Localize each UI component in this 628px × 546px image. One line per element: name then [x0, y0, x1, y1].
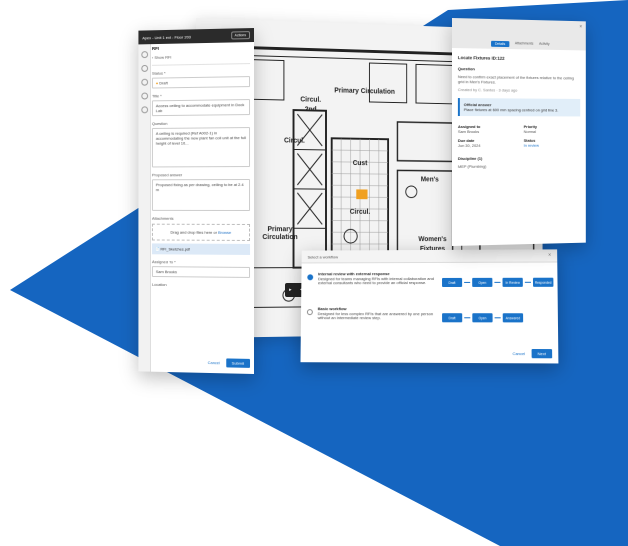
cancel-button[interactable]: Cancel [512, 351, 525, 356]
close-icon[interactable]: × [579, 24, 582, 30]
workflow-option-text: Designed for less complex RFIs that are … [317, 310, 434, 321]
attribute-item: Status In review [523, 137, 539, 148]
arrow-icon [494, 281, 501, 283]
rfi-detail-panel: × Details Attachments Activity Locate Fi… [452, 18, 586, 246]
back-link[interactable]: ‹ Show RFI [152, 53, 250, 60]
arrow-icon [464, 317, 471, 319]
attribute-item: Due date Jun 30, 2024 [457, 137, 481, 148]
workflow-node: In Review [502, 277, 523, 287]
attribute-item: Priority Normal [523, 124, 538, 134]
workflow-dialog: Select a workflow × Internal review with… [300, 249, 559, 364]
workflow-option-text: Designed for teams managing RFIs with in… [317, 275, 434, 286]
arrow-icon [524, 281, 531, 283]
rfi-form-panel: Apex - Unit 1 ext - Floor 203 Actions RF… [138, 28, 254, 374]
workflow-dialog-header: Select a workflow × [301, 249, 558, 264]
question-textarea[interactable]: A ceiling is required (Ref A002-1) in ac… [151, 127, 251, 168]
status-select[interactable]: ● Draft [151, 76, 251, 89]
workflow-node: Open [472, 313, 493, 323]
tab-activity[interactable]: Activity [539, 42, 549, 48]
workflow-option-basic[interactable]: Basic workflow Designed for less complex… [306, 306, 552, 338]
workflow-node: Open [472, 277, 493, 287]
marketing-composite: Primary Circulation Circul. 2nd Cust Cir… [0, 0, 628, 546]
radio-icon[interactable] [306, 309, 313, 316]
response-label: Proposed answer [151, 172, 183, 178]
tab-details[interactable]: Details [491, 40, 510, 48]
assignee-label: Assigned To * [151, 259, 176, 265]
title-label: Title * [151, 93, 162, 99]
rfi-detail-header: × Details Attachments Activity [452, 18, 586, 51]
response-textarea[interactable]: Proposed fixing as per drawing, ceiling … [151, 179, 251, 211]
browse-link[interactable]: Browse [218, 230, 231, 235]
settings-icon[interactable] [140, 106, 148, 114]
room-label-2nd: 2nd [304, 106, 317, 114]
workflow-node: Responded [532, 277, 554, 287]
status-label: Status * [151, 70, 166, 76]
attached-file[interactable]: 📄 RFI_Sketches.pdf [151, 243, 251, 255]
workflow-diagram: Draft Open Answered [442, 313, 524, 323]
room-label-cust: Cust [352, 160, 368, 168]
rfi-title: Locate Fixtures ID:122 [457, 55, 505, 61]
room-label-circul-2: Circul. [349, 208, 371, 216]
room-label-womens: Women's [418, 236, 447, 244]
workflow-diagram: Draft Open In Review Responded [442, 277, 554, 288]
answer-text: Place fixtures at 600 mm spacing centred… [463, 107, 559, 113]
close-icon[interactable]: × [548, 252, 551, 258]
actions-button[interactable]: Actions [230, 31, 251, 40]
assignee-select[interactable]: Sam Brooks [151, 266, 251, 278]
next-button[interactable]: Next [531, 348, 553, 359]
workflow-option-internal[interactable]: Internal review with external response D… [307, 271, 554, 303]
workflow-node: Answered [502, 313, 524, 323]
attachment-dropzone[interactable]: Drag and drop files here or Browse [151, 223, 251, 241]
project-title: Apex - Unit 1 ext - Floor 203 [142, 33, 191, 40]
tool-rail [138, 44, 151, 372]
layers-icon[interactable] [140, 51, 148, 59]
location-label: Location [151, 281, 167, 288]
custom-value: MEP (Plumbing) [457, 163, 487, 169]
rfi-meta: Created by C. Santos · 3 days ago [457, 87, 518, 93]
arrow-icon [464, 281, 471, 283]
selected-fixture-marker[interactable] [356, 189, 368, 200]
attachments-label: Attachments [151, 215, 174, 221]
question-label: Question [151, 120, 168, 127]
official-answer-box: Official answer Place fixtures at 600 mm… [457, 98, 581, 117]
radio-selected-icon[interactable] [307, 274, 314, 281]
room-label-primary-circulation: Primary Circulation [334, 87, 395, 96]
select-icon[interactable]: ▸ [289, 287, 292, 293]
section-title: RFI [151, 45, 159, 52]
room-label-mens: Men's [420, 176, 439, 184]
workflow-dialog-title: Select a workflow [307, 253, 339, 259]
cancel-button[interactable]: Cancel [208, 360, 220, 365]
room-label-circul: Circul. [300, 96, 322, 104]
app-topbar: Apex - Unit 1 ext - Floor 203 Actions [138, 28, 254, 45]
rfi-attributes: Assigned to Sam Brooks Priority Normal Due… [458, 124, 580, 148]
room-label-primary-circulation-2: Primary Circulation [262, 226, 298, 242]
workflow-node: Draft [442, 313, 463, 323]
workflow-node: Draft [442, 277, 463, 288]
title-input[interactable]: Access ceiling to accommodate equipment … [151, 99, 251, 117]
tab-attachments[interactable]: Attachments [515, 41, 534, 47]
arrow-icon [494, 317, 501, 319]
markup-icon[interactable] [140, 64, 148, 72]
attribute-item: Assigned to Sam Brooks [457, 124, 481, 134]
question-heading: Question [457, 66, 475, 72]
room-label-circul-3: Circul. [283, 137, 305, 145]
issues-icon[interactable] [140, 92, 148, 100]
question-text: Need to confirm exact placement of the f… [457, 74, 574, 85]
submit-button[interactable]: Submit [225, 358, 251, 368]
custom-heading: Discipline (1) [457, 155, 483, 161]
rfi-icon[interactable] [140, 78, 148, 86]
